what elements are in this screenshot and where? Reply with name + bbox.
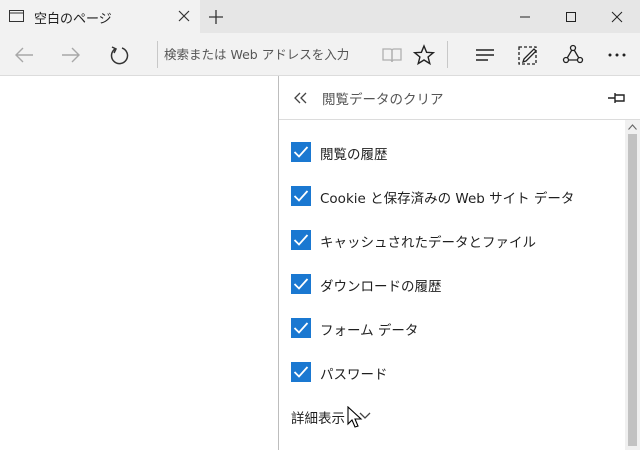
- option-passwords[interactable]: パスワード: [291, 362, 611, 386]
- checkmark-icon: [293, 366, 309, 378]
- pane-scrollbar[interactable]: [625, 120, 640, 450]
- navigation-bar: [0, 33, 640, 76]
- pane-header: 閲覧データのクリア: [279, 76, 640, 120]
- show-more-button[interactable]: 詳細表示: [291, 407, 371, 429]
- option-form-data[interactable]: フォーム データ: [291, 318, 611, 342]
- page-content[interactable]: [0, 76, 278, 450]
- new-tab-icon[interactable]: [206, 7, 226, 27]
- checkbox[interactable]: [291, 318, 311, 338]
- close-icon: [611, 11, 623, 22]
- option-download-history[interactable]: ダウンロードの履歴: [291, 274, 611, 298]
- tab-blank-page[interactable]: 空白のページ: [0, 0, 200, 33]
- maximize-icon: [566, 11, 576, 22]
- collapse-pane-icon[interactable]: [291, 89, 309, 107]
- option-label: フォーム データ: [320, 323, 419, 339]
- checkbox[interactable]: [291, 274, 311, 294]
- option-label: キャッシュされたデータとファイル: [320, 235, 536, 251]
- scrollbar-thumb[interactable]: [628, 134, 637, 446]
- option-label: ダウンロードの履歴: [320, 279, 442, 295]
- option-label: Cookie と保存済みの Web サイト データ: [320, 191, 575, 207]
- close-button[interactable]: [594, 0, 640, 33]
- maximize-button[interactable]: [548, 0, 594, 33]
- checkmark-icon: [293, 234, 309, 246]
- checkmark-icon: [293, 190, 309, 202]
- checkmark-icon: [293, 278, 309, 290]
- web-note-icon[interactable]: [517, 44, 539, 66]
- option-label: 閲覧の履歴: [320, 147, 388, 163]
- minimize-button[interactable]: [502, 0, 548, 33]
- reading-view-icon[interactable]: [381, 44, 403, 66]
- checkmark-icon: [293, 322, 309, 334]
- favorite-star-icon[interactable]: [413, 44, 435, 66]
- more-icon[interactable]: [606, 44, 628, 66]
- pin-icon[interactable]: [607, 89, 627, 107]
- tab-title: 空白のページ: [34, 12, 112, 27]
- toolbar-separator: [447, 41, 448, 68]
- scroll-up-icon[interactable]: [628, 124, 637, 130]
- checkbox[interactable]: [291, 186, 311, 206]
- option-browsing-history[interactable]: 閲覧の履歴: [291, 142, 611, 166]
- checkmark-icon: [293, 146, 309, 158]
- option-cookies[interactable]: Cookie と保存済みの Web サイト データ: [291, 186, 611, 210]
- mouse-cursor-icon: [347, 406, 363, 428]
- refresh-icon[interactable]: [108, 44, 130, 66]
- address-bar-input[interactable]: [164, 43, 374, 65]
- page-icon: [9, 10, 24, 22]
- title-bar: 空白のページ: [0, 0, 640, 33]
- forward-icon[interactable]: [60, 44, 82, 66]
- back-icon[interactable]: [13, 44, 35, 66]
- checkbox[interactable]: [291, 362, 311, 382]
- pane-title: 閲覧データのクリア: [322, 92, 444, 108]
- checkbox[interactable]: [291, 230, 311, 250]
- clear-browsing-data-pane: 閲覧データのクリア 閲覧の履歴 Cookie と保存済みの Web サイト デー…: [278, 76, 640, 450]
- tab-close-icon[interactable]: [178, 10, 190, 22]
- show-more-label: 詳細表示: [291, 411, 345, 427]
- minimize-icon: [520, 16, 530, 17]
- hub-icon[interactable]: [474, 44, 496, 66]
- share-icon[interactable]: [562, 44, 584, 66]
- option-cached-data[interactable]: キャッシュされたデータとファイル: [291, 230, 611, 254]
- checkbox[interactable]: [291, 142, 311, 162]
- address-separator: [157, 41, 158, 68]
- option-label: パスワード: [320, 367, 388, 383]
